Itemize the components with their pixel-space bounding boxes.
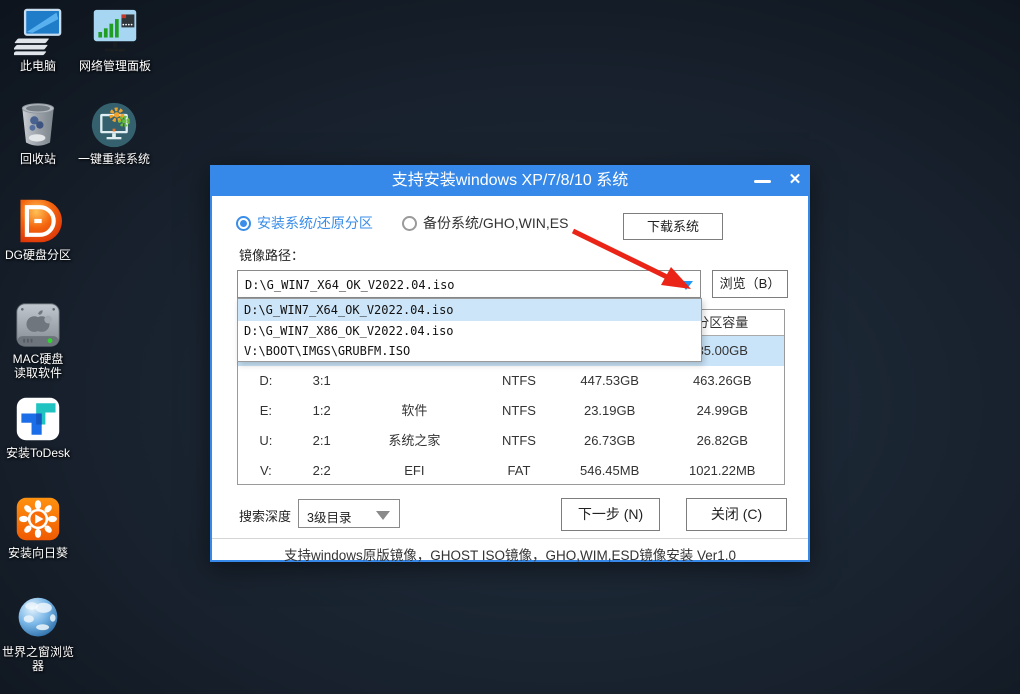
one-key-reinstall-icon bbox=[90, 101, 138, 149]
desktop-icon-label: 世界之窗浏览器 bbox=[0, 645, 76, 673]
desktop-icon-network-panel[interactable]: 网络管理面板 bbox=[77, 8, 153, 73]
network-panel-icon bbox=[91, 8, 139, 56]
next-step-button[interactable]: 下一步 (N) bbox=[561, 498, 660, 531]
desktop-icon-dg-partition[interactable]: DG硬盘分区 bbox=[0, 197, 76, 262]
this-pc-icon bbox=[14, 8, 62, 56]
table-row[interactable]: V: 2:2 EFI FAT 546.45MB 1021.22MB bbox=[238, 456, 784, 486]
desktop-icon-label: 回收站 bbox=[0, 152, 76, 166]
image-path-dropdown-list: D:\G_WIN7_X64_OK_V2022.04.iso D:\G_WIN7_… bbox=[237, 298, 702, 362]
world-window-browser-icon bbox=[14, 594, 62, 642]
radio-install-system[interactable]: 安装系统/还原分区 bbox=[236, 214, 373, 232]
search-depth-label: 搜索深度 bbox=[239, 506, 291, 525]
radio-backup-label: 备份系统/GHO,WIN,ES bbox=[423, 213, 568, 233]
desktop-icon-world-window-browser[interactable]: 世界之窗浏览器 bbox=[0, 594, 76, 673]
desktop-icon-label: 网络管理面板 bbox=[77, 59, 153, 73]
search-depth-select[interactable]: 3级目录 bbox=[298, 499, 400, 528]
table-row[interactable]: D: 3:1 NTFS 447.53GB 463.26GB bbox=[238, 366, 784, 396]
desktop-icon-install-todesk[interactable]: 安装ToDesk bbox=[0, 395, 76, 460]
mac-disk-reader-icon bbox=[14, 301, 62, 349]
radio-backup-system[interactable]: 备份系统/GHO,WIN,ES bbox=[402, 214, 568, 232]
close-dialog-button[interactable]: 关闭 (C) bbox=[686, 498, 787, 531]
dropdown-item[interactable]: V:\BOOT\IMGS\GRUBFM.ISO bbox=[238, 341, 701, 361]
desktop-icon-label: 安装ToDesk bbox=[0, 446, 76, 460]
table-row[interactable]: U: 2:1 系统之家 NTFS 26.73GB 26.82GB bbox=[238, 426, 784, 456]
image-path-value: D:\G_WIN7_X64_OK_V2022.04.iso bbox=[245, 278, 455, 292]
desktop-icon-label: 安装向日葵 bbox=[0, 546, 76, 560]
radio-selected-icon bbox=[236, 216, 251, 231]
desktop-icon-label: 此电脑 bbox=[0, 59, 76, 73]
image-path-label: 镜像路径： bbox=[239, 245, 304, 264]
dropdown-item[interactable]: D:\G_WIN7_X64_OK_V2022.04.iso bbox=[238, 299, 701, 321]
image-path-combobox[interactable]: D:\G_WIN7_X64_OK_V2022.04.iso bbox=[237, 270, 701, 298]
search-depth-value: 3级目录 bbox=[307, 507, 351, 526]
select-caret-icon bbox=[376, 511, 390, 520]
dg-partition-icon bbox=[14, 197, 62, 245]
combobox-caret-icon[interactable] bbox=[679, 281, 693, 290]
desktop-icon-recycle-bin[interactable]: 回收站 bbox=[0, 101, 76, 166]
close-icon[interactable]: ✕ bbox=[784, 169, 806, 191]
dialog-footer-text: 支持windows原版镜像，GHOST ISO镜像，GHO,WIM,ESD镜像安… bbox=[212, 538, 808, 564]
desktop-icon-this-pc[interactable]: 此电脑 bbox=[0, 8, 76, 73]
table-row[interactable]: E: 1:2 软件 NTFS 23.19GB 24.99GB bbox=[238, 396, 784, 426]
browse-button[interactable]: 浏览（B） bbox=[712, 270, 788, 298]
desktop-icon-label: MAC硬盘读取软件 bbox=[7, 352, 69, 380]
install-todesk-icon bbox=[14, 395, 62, 443]
radio-unselected-icon bbox=[402, 216, 417, 231]
desktop-icon-mac-disk-reader[interactable]: MAC硬盘读取软件 bbox=[0, 301, 76, 380]
desktop-icon-one-key-reinstall[interactable]: 一键重装系统 bbox=[76, 101, 152, 166]
desktop-icon-install-sunflower[interactable]: 安装向日葵 bbox=[0, 495, 76, 560]
install-sunflower-icon bbox=[14, 495, 62, 543]
download-system-button[interactable]: 下载系统 bbox=[623, 213, 723, 240]
install-dialog: 支持安装windows XP/7/8/10 系统 ✕ 安装系统/还原分区 备份系… bbox=[210, 165, 810, 562]
dropdown-item[interactable]: D:\G_WIN7_X86_OK_V2022.04.iso bbox=[238, 321, 701, 341]
radio-install-label: 安装系统/还原分区 bbox=[257, 213, 373, 233]
desktop-icon-label: 一键重装系统 bbox=[76, 152, 152, 166]
minimize-icon[interactable] bbox=[750, 171, 776, 191]
recycle-bin-icon bbox=[14, 101, 62, 149]
dialog-title: 支持安装windows XP/7/8/10 系统 bbox=[210, 165, 810, 196]
dialog-titlebar: 支持安装windows XP/7/8/10 系统 ✕ bbox=[210, 165, 810, 196]
desktop-icon-label: DG硬盘分区 bbox=[0, 248, 76, 262]
